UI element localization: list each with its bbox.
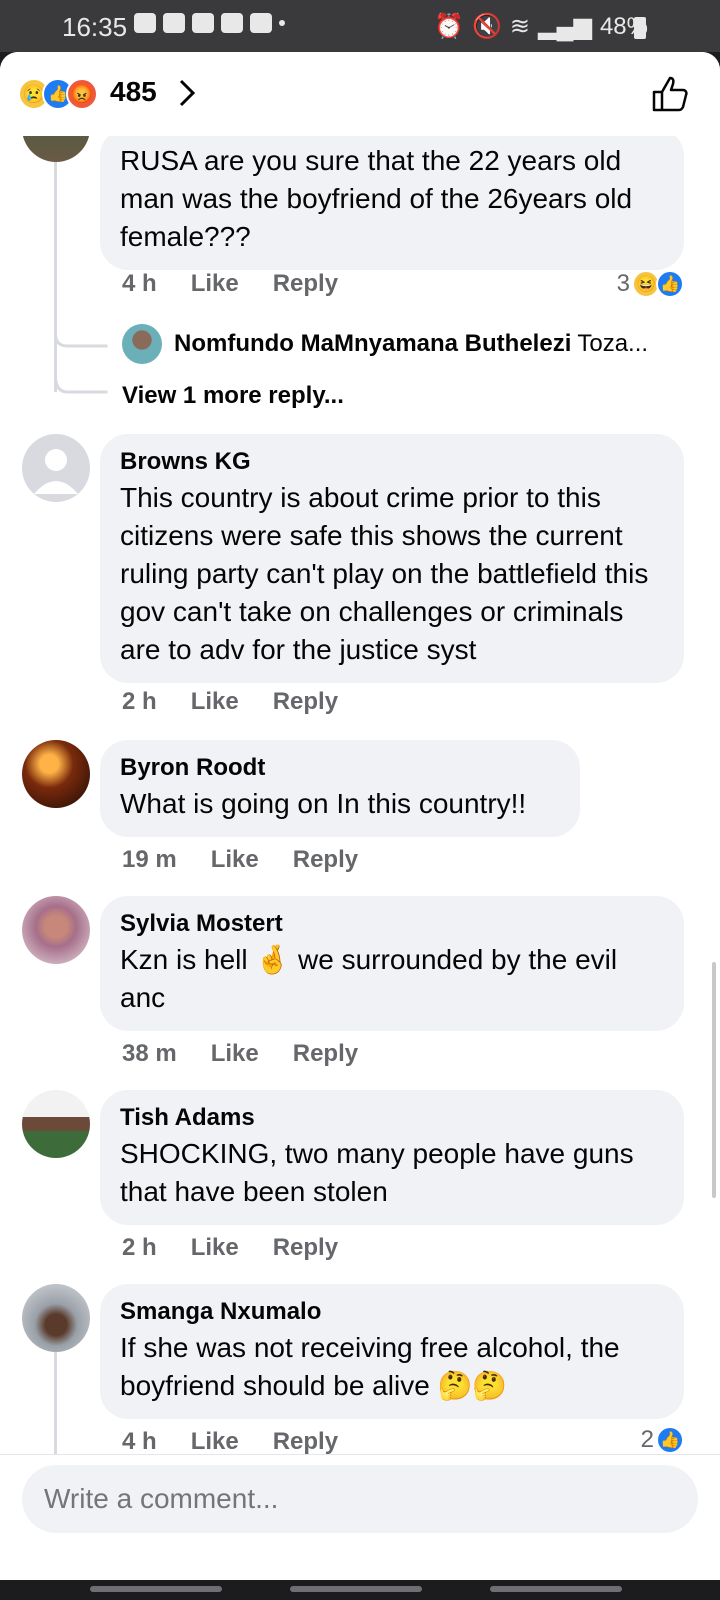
reply-author: Nomfundo MaMnyamana Buthelezi (174, 330, 572, 357)
comment-author[interactable]: Tish Adams (120, 1104, 664, 1132)
comment-time[interactable]: 2 h (122, 1234, 157, 1262)
reply-action[interactable]: Reply (273, 1428, 338, 1454)
system-icons: ⏰ 🔇 ≋ ▂▄▆ 48% (434, 12, 648, 41)
comment-reaction-count: 2 (640, 1426, 654, 1453)
reply-preview[interactable]: Nomfundo MaMnyamana Buthelezi Toza... (122, 324, 648, 364)
comments-sheet: 😢 👍 😡 485 RUSA are you sure that the 22 … (0, 52, 720, 1580)
avatar[interactable] (22, 434, 90, 502)
signal-icon: ▂▄▆ (538, 13, 592, 40)
comment-text: If she was not receiving free alcohol, t… (120, 1332, 620, 1401)
comment-author[interactable]: Byron Roodt (120, 754, 560, 782)
comment-text: This country is about crime prior to thi… (120, 482, 649, 665)
status-time: 16:35 (62, 12, 128, 42)
reply-action[interactable]: Reply (293, 846, 358, 874)
facebook-icon (250, 13, 272, 33)
comment-author[interactable]: Sylvia Mostert (120, 910, 664, 938)
reactions-header: 😢 👍 😡 485 (0, 52, 720, 136)
message-icon (134, 13, 156, 33)
status-bar: 16:35 ⏰ 🔇 ≋ ▂▄▆ 48% (0, 0, 720, 52)
nav-home[interactable] (290, 1586, 422, 1592)
comment-bubble: Byron Roodt What is going on In this cou… (100, 740, 580, 837)
comment-actions: 4 h Like Reply (122, 1428, 338, 1454)
avatar[interactable] (22, 896, 90, 964)
like-action[interactable]: Like (191, 1234, 239, 1262)
like-action[interactable]: Like (191, 688, 239, 716)
chevron-right-icon[interactable] (178, 78, 196, 108)
youtube-icon-2 (192, 13, 214, 33)
like-action[interactable]: Like (211, 846, 259, 874)
comment-time[interactable]: 19 m (122, 846, 177, 874)
reply-action[interactable]: Reply (273, 688, 338, 716)
comment-bubble: Smanga Nxumalo If she was not receiving … (100, 1284, 684, 1419)
like-reaction-icon: 👍 (656, 1426, 684, 1454)
comments-list: RUSA are you sure that the 22 years old … (0, 136, 720, 1454)
comment-text: Kzn is hell 🤞 we surrounded by the evil … (120, 944, 618, 1013)
scrollbar[interactable] (712, 962, 716, 1198)
comment-author[interactable]: Browns KG (120, 448, 664, 476)
view-more-replies[interactable]: View 1 more reply... (122, 382, 344, 410)
reply-action[interactable]: Reply (293, 1040, 358, 1068)
like-button-icon[interactable] (650, 74, 690, 114)
comment-actions: 2 h Like Reply (122, 1234, 338, 1262)
comment-actions: 19 m Like Reply (122, 846, 358, 874)
comment-time[interactable]: 4 h (122, 1428, 157, 1454)
notification-icons (134, 13, 285, 33)
comment-reactions[interactable]: 3 😆 👍 (617, 270, 684, 298)
wifi-icon: ≋ (509, 13, 531, 40)
like-action[interactable]: Like (211, 1040, 259, 1068)
more-dot-icon (279, 20, 285, 26)
like-action[interactable]: Like (191, 270, 239, 298)
comment-bubble: Browns KG This country is about crime pr… (100, 434, 684, 683)
alarm-icon: ⏰ (434, 13, 465, 40)
comment-time[interactable]: 38 m (122, 1040, 177, 1068)
like-reaction-icon: 👍 (656, 270, 684, 298)
comment-reaction-count: 3 (616, 270, 630, 297)
thread-connector-2 (54, 376, 108, 394)
comment-bubble: Tish Adams SHOCKING, two many people hav… (100, 1090, 684, 1225)
reply-snippet: Toza... (577, 330, 649, 357)
comment-bubble: RUSA are you sure that the 22 years old … (100, 136, 684, 270)
comment-composer (0, 1454, 720, 1580)
comment-author[interactable]: Smanga Nxumalo (120, 1298, 664, 1326)
comment-actions: 38 m Like Reply (122, 1040, 358, 1068)
nav-back[interactable] (490, 1586, 622, 1592)
comment-time[interactable]: 4 h (122, 270, 157, 298)
comment-text: SHOCKING, two many people have guns that… (120, 1138, 634, 1207)
comment-bubble: Sylvia Mostert Kzn is hell 🤞 we surround… (100, 896, 684, 1031)
comment-input[interactable] (22, 1465, 698, 1533)
reaction-icons[interactable]: 😢 👍 😡 (18, 78, 98, 110)
avatar[interactable] (22, 1284, 90, 1352)
comment-reactions[interactable]: 2 👍 (641, 1426, 684, 1454)
reply-action[interactable]: Reply (273, 1234, 338, 1262)
avatar[interactable] (22, 740, 90, 808)
thread-line (54, 1352, 57, 1454)
reply-action[interactable]: Reply (273, 270, 338, 298)
battery-icon (634, 17, 646, 39)
youtube-icon (163, 13, 185, 33)
mute-icon: 🔇 (472, 13, 502, 40)
reaction-count[interactable]: 485 (110, 76, 157, 108)
comment-text: RUSA are you sure that the 22 years old … (120, 145, 633, 252)
angry-reaction-icon: 😡 (66, 78, 98, 110)
download-icon (221, 13, 243, 33)
avatar[interactable] (22, 136, 90, 162)
system-nav-bar (0, 1580, 720, 1600)
comment-actions: 2 h Like Reply (122, 688, 338, 716)
like-action[interactable]: Like (191, 1428, 239, 1454)
avatar[interactable] (22, 1090, 90, 1158)
comment-text: What is going on In this country!! (120, 788, 527, 819)
comment-time[interactable]: 2 h (122, 688, 157, 716)
reply-avatar (122, 324, 162, 364)
nav-recent[interactable] (90, 1586, 222, 1592)
comment-actions: 4 h Like Reply (122, 270, 338, 298)
